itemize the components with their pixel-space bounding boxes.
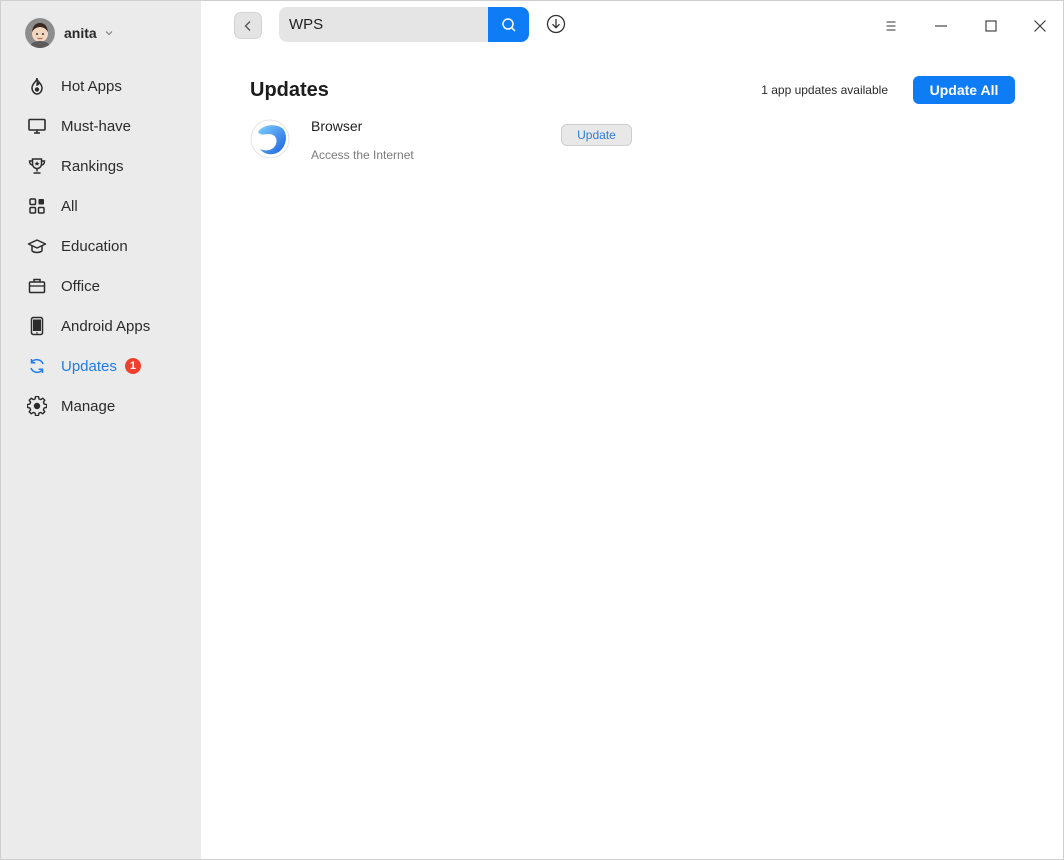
user-menu[interactable]: anita xyxy=(25,17,113,49)
updates-count-text: 1 app updates available xyxy=(761,83,888,97)
sidebar-item-label: Manage xyxy=(61,397,116,415)
minimize-button[interactable] xyxy=(928,13,954,39)
grid-icon xyxy=(27,196,47,216)
app-list-item[interactable]: Browser Access the Internet Update xyxy=(250,115,650,165)
avatar xyxy=(25,18,55,48)
phone-icon xyxy=(27,316,47,336)
hamburger-menu-icon xyxy=(886,21,896,31)
search-box xyxy=(279,7,529,42)
monitor-icon xyxy=(27,116,47,136)
update-button[interactable]: Update xyxy=(561,124,632,146)
sidebar-item-must-have[interactable]: Must-have xyxy=(1,106,201,146)
close-button[interactable] xyxy=(1027,13,1053,39)
browser-app-icon xyxy=(250,119,290,159)
sidebar-item-label: Android Apps xyxy=(61,317,151,335)
sidebar-item-office[interactable]: Office xyxy=(1,266,201,306)
flame-icon xyxy=(27,76,47,96)
briefcase-icon xyxy=(27,276,47,296)
sidebar-item-hot-apps[interactable]: Hot Apps xyxy=(1,66,201,106)
sidebar: anita Hot Apps Must-have Rankings All Ed… xyxy=(1,1,201,859)
sidebar-item-label: Updates xyxy=(61,357,117,375)
page-title: Updates xyxy=(250,79,329,101)
sidebar-item-education[interactable]: Education xyxy=(1,226,201,266)
maximize-button[interactable] xyxy=(978,13,1004,39)
maximize-icon xyxy=(985,20,997,32)
back-button[interactable] xyxy=(234,12,262,39)
sidebar-item-rankings[interactable]: Rankings xyxy=(1,146,201,186)
chevron-left-icon xyxy=(244,20,251,31)
app-name: Browser xyxy=(311,118,363,134)
menu-button[interactable] xyxy=(878,13,904,39)
update-all-button[interactable]: Update All xyxy=(913,76,1015,104)
app-window: anita Hot Apps Must-have Rankings All Ed… xyxy=(0,0,1064,860)
chevron-down-icon xyxy=(105,31,113,36)
search-input[interactable] xyxy=(279,7,488,42)
graduation-cap-icon xyxy=(27,236,47,256)
sidebar-item-all[interactable]: All xyxy=(1,186,201,226)
sidebar-item-updates[interactable]: Updates 1 xyxy=(1,346,201,386)
trophy-icon xyxy=(27,156,47,176)
sidebar-item-android-apps[interactable]: Android Apps xyxy=(1,306,201,346)
sidebar-item-label: Rankings xyxy=(61,157,124,175)
app-description: Access the Internet xyxy=(311,148,414,162)
minimize-icon xyxy=(935,25,947,27)
search-icon xyxy=(501,17,516,32)
refresh-icon xyxy=(27,356,47,376)
sidebar-nav: Hot Apps Must-have Rankings All Educatio… xyxy=(1,66,201,426)
search-button[interactable] xyxy=(488,7,529,42)
sidebar-item-label: Must-have xyxy=(61,117,132,135)
sidebar-item-label: Education xyxy=(61,237,128,255)
gear-icon xyxy=(27,396,47,416)
sidebar-item-label: All xyxy=(61,197,78,215)
sidebar-item-label: Office xyxy=(61,277,100,295)
username: anita xyxy=(64,25,97,41)
download-icon[interactable] xyxy=(546,14,566,34)
sidebar-item-label: Hot Apps xyxy=(61,77,122,95)
updates-badge: 1 xyxy=(124,358,141,374)
sidebar-item-manage[interactable]: Manage xyxy=(1,386,201,426)
close-icon xyxy=(1034,20,1046,32)
